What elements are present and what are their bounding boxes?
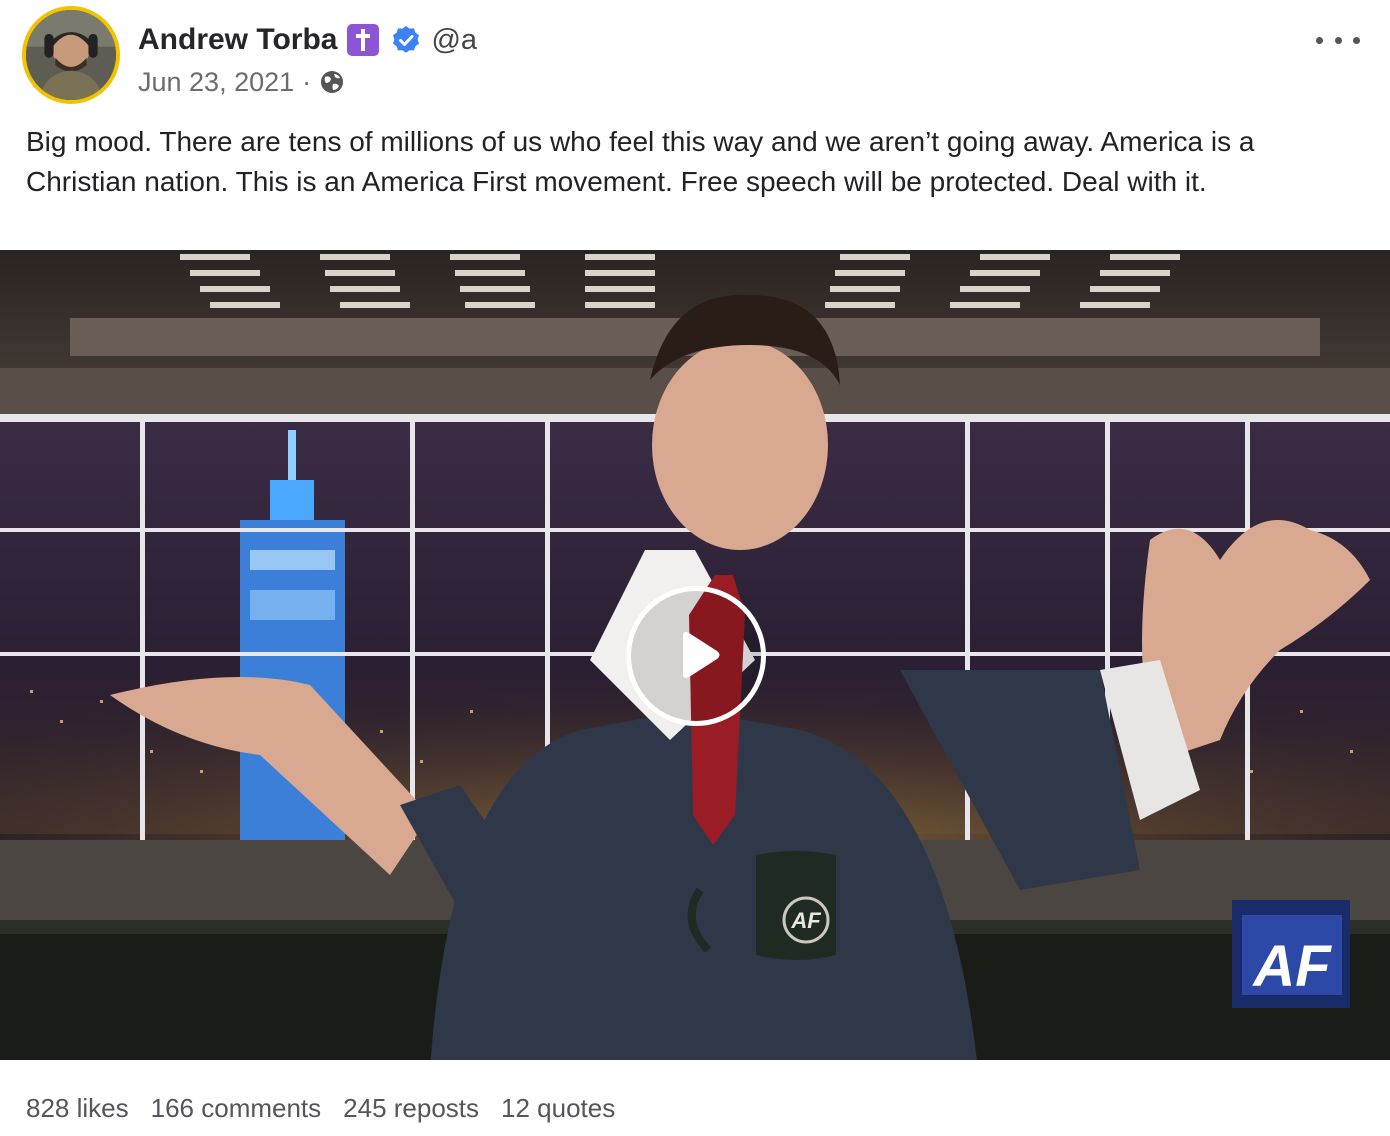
likes-count[interactable]: 828 likes (26, 1093, 129, 1124)
author-handle[interactable]: @a (431, 24, 477, 57)
verified-check-icon (391, 25, 421, 55)
video-player[interactable]: AF AF (0, 250, 1390, 1060)
post-card: Andrew Torba @a Jun 23, 2021 · Big mood.… (0, 0, 1390, 1136)
corner-logo: AF (1251, 934, 1332, 999)
quotes-count[interactable]: 12 quotes (501, 1093, 615, 1124)
globe-icon (319, 69, 345, 95)
play-icon[interactable] (626, 586, 766, 726)
post-stats: 828 likes 166 comments 245 reposts 12 qu… (26, 1090, 615, 1126)
cross-emoji-icon (347, 24, 380, 56)
post-meta: Jun 23, 2021 · (138, 64, 345, 100)
post-date[interactable]: Jun 23, 2021 (138, 67, 294, 98)
mug-logo: AF (790, 908, 821, 933)
avatar[interactable] (22, 6, 120, 104)
comments-count[interactable]: 166 comments (151, 1093, 322, 1124)
ellipsis-icon[interactable] (1316, 26, 1360, 54)
author-name[interactable]: Andrew Torba (138, 23, 337, 57)
meta-separator: · (302, 66, 312, 97)
avatar-image (26, 10, 116, 100)
author-line: Andrew Torba @a (138, 20, 477, 60)
post-text: Big mood. There are tens of millions of … (26, 126, 1255, 197)
reposts-count[interactable]: 245 reposts (343, 1093, 479, 1124)
